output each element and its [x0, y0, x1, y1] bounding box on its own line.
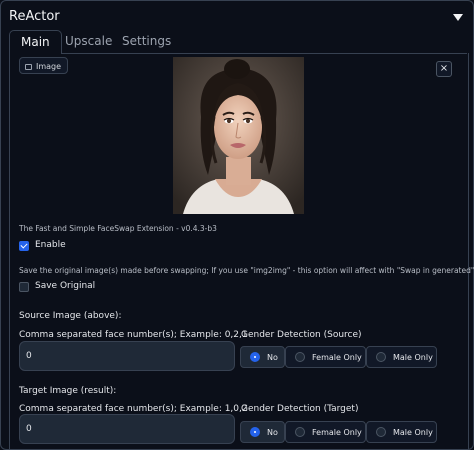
- tab-upscale[interactable]: Upscale: [65, 30, 112, 53]
- target-gender-option-female[interactable]: Female Only: [285, 421, 366, 443]
- source-gender-radio-group: No Female Only Male Only: [240, 346, 437, 368]
- image-block-label: Image: [19, 57, 69, 74]
- tab-settings[interactable]: Settings: [122, 30, 171, 53]
- radio-selected-icon: [250, 352, 260, 362]
- option-label: No: [267, 352, 278, 362]
- enable-label: Enable: [35, 240, 66, 250]
- enable-checkbox[interactable]: [19, 241, 29, 251]
- image-icon: [25, 63, 32, 70]
- source-gender-option-no[interactable]: No: [240, 346, 285, 368]
- target-gender-option-male[interactable]: Male Only: [366, 421, 437, 443]
- save-original-hint: Save the original image(s) made before s…: [19, 266, 474, 275]
- panel-title[interactable]: ReActor: [9, 9, 60, 24]
- source-gender-option-female[interactable]: Female Only: [285, 346, 366, 368]
- reactor-panel: ReActor Main Upscale Settings Image × Th…: [0, 0, 474, 450]
- source-gender-option-male[interactable]: Male Only: [366, 346, 437, 368]
- source-faces-label: Comma separated face number(s); Example:…: [19, 330, 248, 340]
- radio-unselected-icon: [376, 352, 386, 362]
- radio-unselected-icon: [295, 427, 305, 437]
- save-original-checkbox[interactable]: [19, 282, 29, 292]
- tab-main[interactable]: Main: [9, 30, 62, 54]
- target-section-label: Target Image (result):: [19, 386, 117, 396]
- option-label: Male Only: [393, 352, 433, 362]
- extension-description: The Fast and Simple FaceSwap Extension -…: [19, 224, 217, 233]
- radio-unselected-icon: [376, 427, 386, 437]
- source-section-label: Source Image (above):: [19, 311, 122, 321]
- save-original-label: Save Original: [35, 281, 96, 291]
- option-label: Female Only: [312, 352, 362, 362]
- option-label: No: [267, 427, 278, 437]
- target-gender-label: Gender Detection (Target): [241, 404, 359, 414]
- target-gender-radio-group: No Female Only Male Only: [240, 421, 437, 443]
- target-gender-option-no[interactable]: No: [240, 421, 285, 443]
- close-icon: ×: [439, 63, 449, 74]
- source-faces-input[interactable]: 0: [19, 341, 235, 371]
- image-label-text: Image: [36, 62, 62, 71]
- target-faces-label: Comma separated face number(s); Example:…: [19, 404, 248, 414]
- option-label: Female Only: [312, 427, 362, 437]
- collapse-triangle-icon[interactable]: [453, 14, 463, 21]
- clear-image-button[interactable]: ×: [436, 61, 452, 77]
- source-face-image[interactable]: [173, 57, 304, 214]
- radio-unselected-icon: [295, 352, 305, 362]
- target-faces-input[interactable]: 0: [19, 414, 235, 444]
- source-gender-label: Gender Detection (Source): [241, 330, 362, 340]
- option-label: Male Only: [393, 427, 433, 437]
- portrait-photo: [173, 57, 304, 214]
- radio-selected-icon: [250, 427, 260, 437]
